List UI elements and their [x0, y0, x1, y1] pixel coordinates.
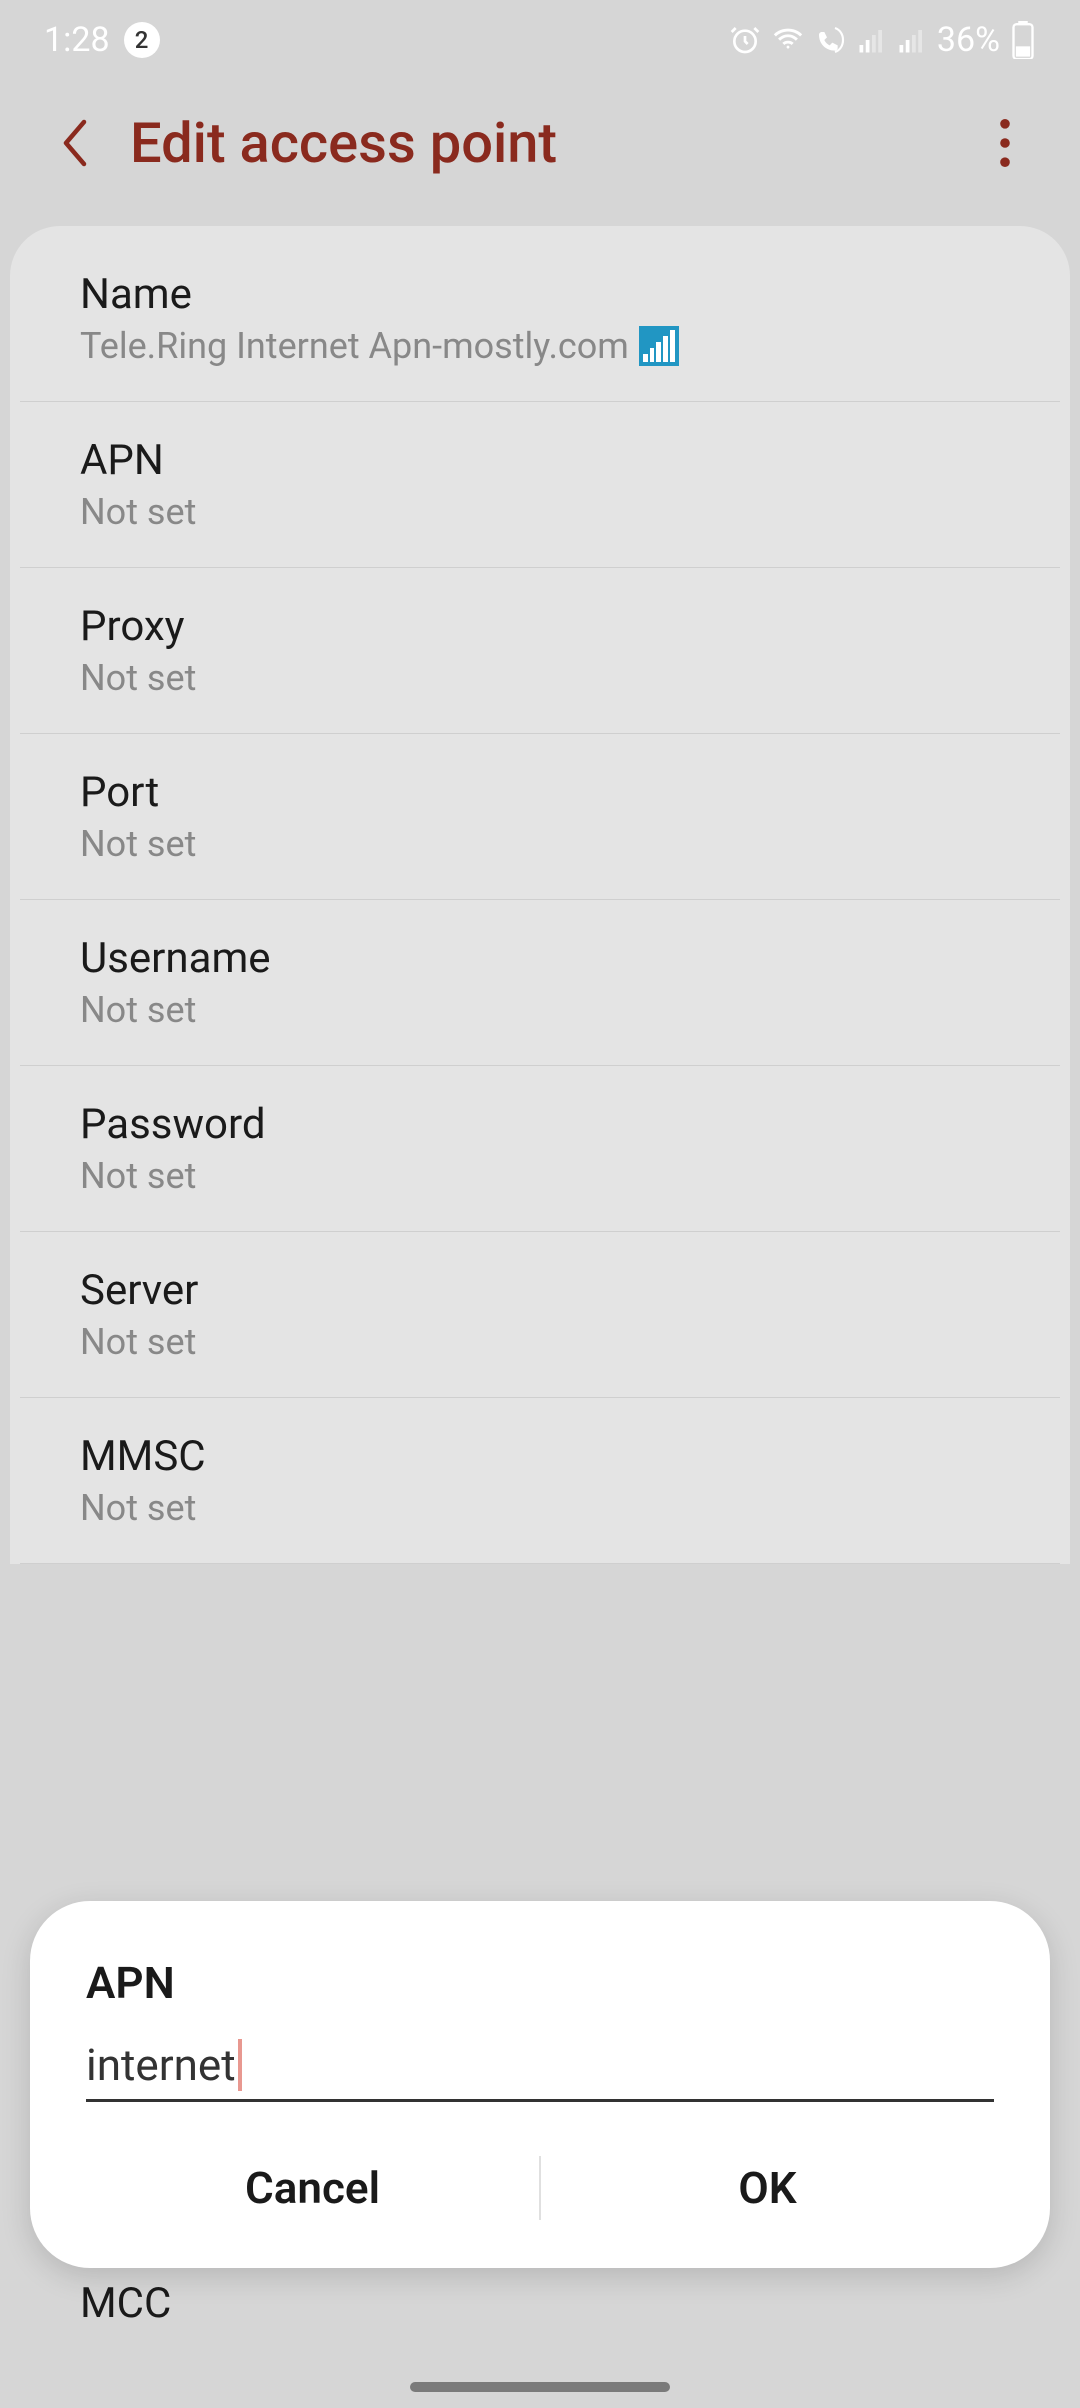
setting-value: Tele.Ring Internet Apn-mostly.com	[80, 325, 1000, 367]
setting-name[interactable]: Name Tele.Ring Internet Apn-mostly.com	[20, 236, 1060, 402]
setting-label: MMSC	[80, 1432, 1000, 1481]
vowifi-icon	[815, 24, 847, 56]
setting-label: Port	[80, 768, 1000, 817]
setting-mmsc[interactable]: MMSC Not set	[20, 1398, 1060, 1564]
navigation-handle[interactable]	[410, 2382, 670, 2392]
signal-bars-icon	[639, 326, 679, 366]
battery-icon	[1010, 21, 1036, 59]
setting-value: Not set	[80, 989, 1000, 1031]
settings-list: Name Tele.Ring Internet Apn-mostly.com A…	[10, 226, 1070, 1564]
setting-server[interactable]: Server Not set	[20, 1232, 1060, 1398]
dialog-title: APN	[86, 1957, 994, 2009]
cancel-button[interactable]: Cancel	[86, 2138, 539, 2238]
setting-label: APN	[80, 436, 1000, 485]
setting-apn[interactable]: APN Not set	[20, 402, 1060, 568]
setting-label: Proxy	[80, 602, 1000, 651]
setting-value: Not set	[80, 823, 1000, 865]
wifi-icon	[771, 23, 805, 57]
more-options-button[interactable]	[980, 113, 1030, 173]
notification-count-badge: 2	[124, 22, 160, 58]
setting-label: Server	[80, 1266, 1000, 1315]
back-button[interactable]	[50, 118, 100, 168]
signal-2-icon	[897, 25, 927, 55]
setting-value: Not set	[80, 491, 1000, 533]
setting-port[interactable]: Port Not set	[20, 734, 1060, 900]
setting-value: Not set	[80, 1321, 1000, 1363]
alarm-icon	[729, 24, 761, 56]
text-cursor	[238, 2039, 242, 2091]
status-time: 1:28	[44, 20, 110, 60]
setting-value: Not set	[80, 1155, 1000, 1197]
ok-button[interactable]: OK	[541, 2138, 994, 2238]
status-right: 36%	[729, 20, 1036, 60]
apn-input[interactable]	[86, 2039, 994, 2091]
setting-label: Username	[80, 934, 1000, 983]
setting-label: Password	[80, 1100, 1000, 1149]
setting-value: Not set	[80, 1487, 1000, 1529]
setting-mcc-peek[interactable]: MCC	[80, 2279, 171, 2328]
dialog-actions: Cancel OK	[86, 2138, 994, 2238]
status-left: 1:28 2	[44, 20, 160, 60]
signal-1-icon	[857, 25, 887, 55]
setting-password[interactable]: Password Not set	[20, 1066, 1060, 1232]
setting-value: Not set	[80, 657, 1000, 699]
dialog-input-wrap[interactable]	[86, 2039, 994, 2102]
app-header: Edit access point	[0, 80, 1080, 226]
page-title: Edit access point	[130, 110, 950, 176]
setting-username[interactable]: Username Not set	[20, 900, 1060, 1066]
apn-edit-dialog: APN Cancel OK	[30, 1901, 1050, 2268]
battery-percent: 36%	[937, 20, 1000, 60]
status-bar: 1:28 2 36%	[0, 0, 1080, 80]
setting-label: Name	[80, 270, 1000, 319]
setting-proxy[interactable]: Proxy Not set	[20, 568, 1060, 734]
